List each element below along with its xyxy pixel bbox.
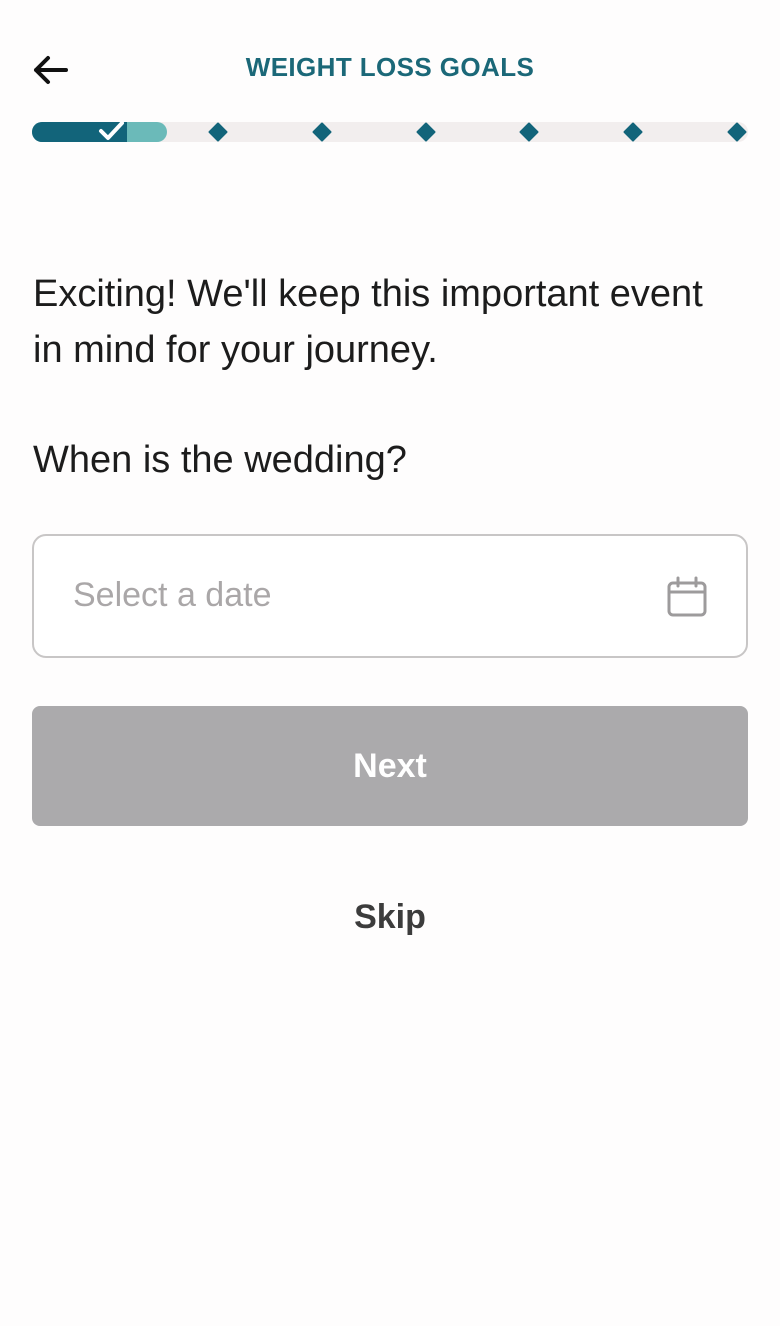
progress-bar — [32, 121, 748, 142]
step-marker — [519, 122, 539, 142]
page-title: WEIGHT LOSS GOALS — [245, 52, 535, 82]
skip-link[interactable]: Skip — [0, 898, 780, 937]
next-button[interactable]: Next — [32, 706, 748, 826]
step-marker — [208, 122, 228, 142]
check-icon — [99, 121, 124, 140]
step-marker — [623, 122, 643, 142]
question-text: When is the wedding? — [33, 439, 407, 481]
step-marker — [416, 122, 436, 142]
weight-loss-goals-screen: WEIGHT LOSS GOALS Exciting! We'll keep t… — [0, 0, 780, 1326]
date-placeholder: Select a date — [73, 576, 272, 614]
calendar-icon[interactable] — [666, 576, 708, 618]
date-field[interactable]: Select a date — [32, 534, 748, 658]
lead-text: Exciting! We'll keep this important even… — [33, 273, 703, 371]
step-marker — [312, 122, 332, 142]
step-marker — [727, 122, 747, 142]
